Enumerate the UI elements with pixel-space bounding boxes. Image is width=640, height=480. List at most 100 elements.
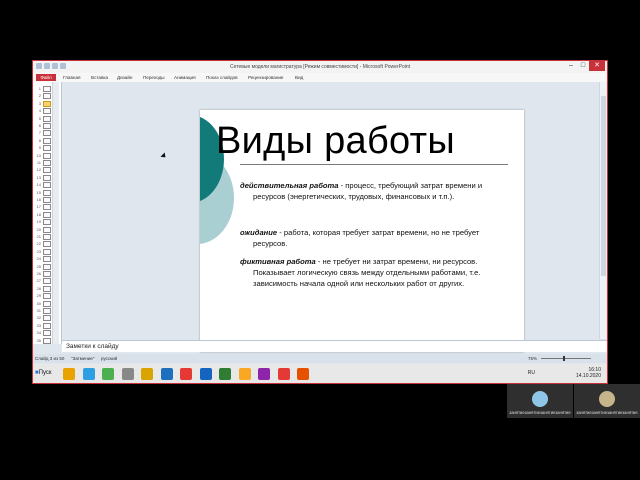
slide-thumbnail-preview [43, 337, 51, 344]
participant-video-tile[interactable]: занятиезанятиезанятиезанятие [507, 384, 573, 418]
slide-thumbnail-preview [43, 211, 51, 218]
zoom-level[interactable]: 75% [528, 356, 537, 361]
tab-home[interactable]: Главная [63, 74, 80, 81]
item-text-continued: ресурсов. [253, 239, 288, 248]
item-term: фиктивная работа [240, 257, 316, 266]
tab-insert[interactable]: Вставка [91, 74, 108, 81]
slide-title[interactable]: Виды работы [216, 120, 455, 163]
participant-avatar [599, 391, 615, 407]
start-label: Пуск [38, 370, 52, 376]
slide-thumbnail-preview [43, 226, 51, 233]
taskbar-app-icon[interactable] [82, 368, 95, 380]
participant-video-tile[interactable]: занятиезанятиезанятиезанятие [574, 384, 640, 418]
slide-thumbnail-number: 10 [36, 152, 41, 158]
taskbar-app-icon[interactable] [277, 368, 290, 380]
slide-thumbnail-number: 24 [36, 256, 41, 262]
slide-thumbnail-preview [43, 152, 51, 159]
slide-thumbnail-number: 26 [36, 271, 41, 276]
slide-thumbnail-preview [43, 130, 51, 137]
bullet-item[interactable]: ожидание - работа, которая требует затра… [240, 227, 500, 249]
slide-thumbnail-number: 20 [36, 226, 41, 232]
tab-file[interactable]: Файл [36, 74, 56, 81]
slide-thumbnail-number: 18 [36, 211, 41, 217]
slide-thumbnail-number: 2 [38, 93, 41, 99]
slide-thumbnail-preview [43, 330, 51, 337]
taskbar-app-icon[interactable] [141, 368, 153, 380]
slide-canvas[interactable]: Виды работы действительная работа - проц… [200, 110, 524, 352]
window-controls: – □ ✕ [565, 61, 605, 71]
keyboard-language[interactable]: RU [528, 370, 535, 376]
taskbar-app-icon[interactable] [199, 368, 212, 380]
slide-thumbnail-preview [43, 123, 51, 129]
taskbar-app-icon[interactable] [160, 368, 173, 380]
language-indicator[interactable]: русский [101, 356, 117, 361]
taskbar: ■Пуск RU 16:10 14.10.2020 [33, 364, 607, 383]
system-clock[interactable]: 16:10 14.10.2020 [576, 367, 601, 379]
tab-design[interactable]: Дизайн [117, 74, 132, 81]
slide-thumbnail-number: 19 [36, 219, 41, 225]
tab-review[interactable]: Рецензирование [248, 74, 283, 81]
bullet-item[interactable]: действительная работа - процесс, требующ… [240, 180, 500, 202]
slide-thumbnail-preview [43, 219, 51, 226]
status-bar: Слайд 3 из 50 "Затмение" русский 75% [33, 354, 607, 363]
start-button[interactable]: ■Пуск [35, 367, 57, 380]
slide-thumbnail-preview [43, 271, 51, 277]
slide-thumbnail-number: 6 [38, 123, 41, 128]
taskbar-app-icon[interactable] [238, 368, 251, 380]
slide-thumbnail-preview [43, 182, 51, 189]
maximize-button[interactable]: □ [577, 61, 589, 71]
taskbar-app-icon[interactable] [258, 368, 270, 380]
tab-slideshow[interactable]: Показ слайдов [206, 74, 238, 81]
slide-thumbnail-number: 33 [36, 322, 41, 328]
minimize-button[interactable]: – [565, 61, 577, 71]
zoom-slider-knob[interactable] [563, 356, 565, 361]
slide-thumbnail-preview [43, 145, 51, 152]
slide-thumbnail-number: 11 [36, 160, 41, 165]
tab-view[interactable]: Вид [295, 74, 303, 81]
slide-thumbnail-number: 5 [38, 115, 41, 121]
taskbar-app-icon[interactable] [219, 368, 231, 380]
zoom-slider[interactable] [541, 356, 591, 361]
powerpoint-window: Сетевые модели магистратура [Режим совме… [32, 60, 608, 384]
slide-thumbnail-preview [43, 167, 51, 174]
slide-thumbnail-number: 30 [36, 300, 41, 306]
title-divider [240, 164, 508, 165]
slide-thumbnail-preview [43, 285, 51, 292]
item-text: - работа, которая требует затрат времени… [277, 228, 480, 237]
slide-scrollbar[interactable] [599, 82, 607, 339]
slide-thumbnail-preview [43, 108, 51, 115]
participant-name: занятиезанятиезанятиезанятие [576, 410, 638, 415]
tab-animation[interactable]: Анимация [174, 74, 196, 81]
slide-thumbnail-number: 8 [38, 137, 41, 143]
slide-thumbnail-preview [43, 189, 51, 196]
slide-thumbnail-number: 27 [36, 278, 41, 284]
taskbar-app-icon[interactable] [297, 368, 309, 380]
taskbar-app-icon[interactable] [63, 368, 75, 380]
bullet-item[interactable]: фиктивная работа - не требует ни затрат … [240, 256, 500, 289]
taskbar-app-icon[interactable] [180, 368, 192, 380]
slide-thumbnail-number: 9 [38, 145, 41, 151]
taskbar-app-icon[interactable] [102, 368, 114, 380]
item-text: - не требует ни затрат времени, ни ресур… [315, 257, 478, 266]
slide-thumbnail-number: 32 [36, 315, 41, 321]
taskbar-app-icon[interactable] [121, 368, 134, 380]
slide-thumbnail-number: 17 [36, 204, 41, 210]
participant-name: занятиезанятиезанятиезанятие [509, 410, 571, 415]
title-bar: Сетевые модели магистратура [Режим совме… [33, 61, 607, 73]
slide-thumbnail-number: 16 [36, 197, 41, 202]
item-text-continued: ресурсов (энергетических, трудовых, фина… [253, 192, 455, 201]
scrollbar-thumb[interactable] [601, 96, 606, 276]
slide-thumbnail-preview [43, 278, 51, 285]
notes-pane[interactable]: Заметки к слайду [62, 340, 607, 352]
slide-thumbnail-preview [43, 197, 51, 203]
slide-thumbnail-preview [43, 204, 51, 211]
tab-transitions[interactable]: Переходы [143, 74, 165, 81]
close-button[interactable]: ✕ [589, 61, 605, 71]
thumbnails-scrollbar[interactable] [52, 82, 59, 344]
slide-thumbnail-number: 21 [36, 234, 41, 239]
item-text-continued: Показывает логическую связь между отдель… [253, 268, 481, 288]
participant-avatar [532, 391, 548, 407]
slide-thumbnail-preview [43, 160, 51, 166]
item-term: ожидание [240, 228, 278, 237]
slide-thumbnail-preview [43, 86, 51, 92]
